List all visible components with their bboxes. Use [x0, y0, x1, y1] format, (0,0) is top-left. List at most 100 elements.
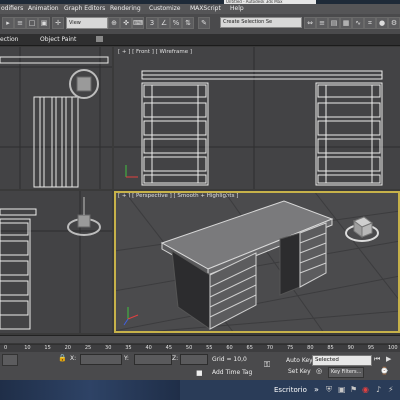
- timeline-tick-label: 30: [105, 345, 112, 351]
- angle-snap-icon[interactable]: ∠: [158, 17, 170, 29]
- lock-selection-icon[interactable]: 🔒: [58, 354, 67, 362]
- select-move-icon[interactable]: ✛: [52, 17, 64, 29]
- mirror-icon[interactable]: ⇔: [304, 17, 316, 29]
- rectangular-selection-icon[interactable]: □: [26, 17, 38, 29]
- maxscript-listener-icon[interactable]: [2, 354, 18, 366]
- y-coord-field[interactable]: [134, 354, 172, 365]
- timeline-tick-label: 75: [286, 345, 294, 351]
- timeline-tick-label: 70: [266, 345, 274, 351]
- tray-volume-icon[interactable]: ♪: [376, 385, 381, 394]
- z-coord-label: Z:: [172, 355, 179, 362]
- tray-flag-icon[interactable]: ⚑: [350, 385, 357, 394]
- pivot-center-icon[interactable]: ⊕: [108, 17, 120, 29]
- key-filters-button[interactable]: Key Filters...: [328, 367, 365, 378]
- main-toolbar: ▸ ≡ □ ▣ ✛ View ⊕ ✜ ⌨ 3 ∠ % ⇅ ✎ Create Se…: [0, 14, 400, 35]
- x-coord-field[interactable]: [80, 354, 122, 365]
- menu-maxscript[interactable]: MAXScript: [190, 5, 221, 12]
- menu-rendering[interactable]: Rendering: [110, 5, 141, 12]
- timeline-tick-label: 95: [367, 345, 375, 351]
- timeline-tick-label: 55: [206, 345, 213, 351]
- percent-snap-icon[interactable]: %: [170, 17, 182, 29]
- material-editor-icon[interactable]: ●: [376, 17, 388, 29]
- axis-gizmo-icon: [125, 165, 138, 178]
- taskbar-apps[interactable]: [0, 380, 180, 400]
- reference-coordinate-dropdown[interactable]: View: [66, 17, 108, 29]
- menu-graph-editors[interactable]: Graph Editors: [64, 5, 105, 12]
- menu-modifiers[interactable]: odifiers: [1, 5, 23, 12]
- menu-bar: odifiers Animation Graph Editors Renderi…: [0, 4, 400, 14]
- timeline-tick-label: 65: [246, 345, 253, 351]
- spinner-snap-icon[interactable]: ⇅: [182, 17, 194, 29]
- perspective-view-render: [114, 191, 400, 333]
- add-time-tag-button[interactable]: Add Time Tag: [212, 369, 252, 376]
- select-by-name-icon[interactable]: ≡: [14, 17, 26, 29]
- goto-start-icon[interactable]: ⏮: [374, 355, 380, 364]
- timeline-tick-label: 35: [125, 345, 132, 351]
- timeline-tick-label: 0: [4, 345, 8, 351]
- menu-customize[interactable]: Customize: [149, 5, 181, 12]
- timeline-tick-label: 15: [44, 345, 51, 351]
- viewport-left[interactable]: [0, 191, 112, 333]
- y-coord-label: Y:: [124, 355, 129, 362]
- tab-selection[interactable]: ection: [0, 36, 18, 43]
- tray-power-icon[interactable]: ⚡: [388, 385, 394, 394]
- double-chevron-icon[interactable]: »: [314, 385, 319, 394]
- timeline-tick-label: 25: [84, 345, 92, 351]
- timeline-tick-label: 40: [145, 345, 152, 351]
- menu-animation[interactable]: Animation: [28, 5, 59, 12]
- left-view-wireframe: [0, 191, 112, 333]
- viewcube-icon: [76, 76, 92, 92]
- ribbon-toggle-icon[interactable]: [96, 36, 103, 42]
- time-slider[interactable]: 0 10 15 20 25 30 35 40 45 50 55 60 65 70 75 80 85 90 95 100: [0, 335, 400, 353]
- timeline-tick-label: 50: [185, 345, 193, 351]
- timeline-tick-label: 100: [388, 345, 398, 351]
- curve-editor-icon[interactable]: ∿: [352, 17, 364, 29]
- menu-help[interactable]: Help: [230, 5, 244, 12]
- auto-key-button[interactable]: Auto Key: [286, 357, 313, 364]
- viewcube-icon: [77, 214, 91, 228]
- tray-alert-icon[interactable]: ◉: [362, 385, 369, 394]
- edit-named-selection-icon[interactable]: ✎: [198, 17, 210, 29]
- timeline-track[interactable]: [0, 336, 400, 353]
- named-selection-set-dropdown[interactable]: Create Selection Se: [220, 17, 302, 28]
- window-crossing-icon[interactable]: ▣: [38, 17, 50, 29]
- schematic-view-icon[interactable]: ⌗: [364, 17, 376, 29]
- z-coord-field[interactable]: [180, 354, 208, 365]
- timeline-tick-label: 45: [165, 345, 173, 351]
- select-manipulate-icon[interactable]: ✜: [120, 17, 132, 29]
- set-key-mode-icon[interactable]: ⚿: [264, 360, 270, 370]
- timeline-tick-label: 10: [24, 345, 31, 351]
- ribbon-tabs: ection Object Paint: [0, 34, 400, 46]
- top-view-wireframe: [0, 47, 112, 189]
- viewport-perspective[interactable]: [ + ] [ Perspective ] [ Smooth + Highlig…: [114, 191, 400, 333]
- play-icon[interactable]: ▶: [386, 355, 391, 363]
- time-tag-icon[interactable]: ■: [196, 369, 203, 377]
- layer-manager-icon[interactable]: ▤: [328, 17, 340, 29]
- x-coord-label: X:: [70, 355, 77, 362]
- viewport-front[interactable]: [ + ] [ Front ] [ Wireframe ]: [114, 47, 400, 189]
- windows-taskbar: Escritorio » ⛨ ▣ ⚑ ◉ ♪ ⚡: [0, 380, 400, 400]
- snaps-toggle-icon[interactable]: 3: [146, 17, 158, 29]
- render-setup-icon[interactable]: ⚙: [388, 17, 400, 29]
- set-key-button[interactable]: Set Key: [288, 368, 311, 375]
- viewport-top[interactable]: [0, 47, 112, 189]
- front-view-wireframe: [114, 47, 400, 189]
- timeline-tick-label: 90: [347, 345, 354, 351]
- select-object-icon[interactable]: ▸: [2, 17, 14, 29]
- align-icon[interactable]: ≡: [316, 17, 328, 29]
- timeline-tick-label: 85: [327, 345, 334, 351]
- tab-object-paint[interactable]: Object Paint: [40, 36, 76, 43]
- time-config-icon[interactable]: ⌚: [380, 367, 389, 375]
- tray-network-icon[interactable]: ▣: [338, 385, 346, 394]
- tray-shield-icon[interactable]: ⛨: [326, 385, 332, 395]
- timeline-tick-label: 20: [64, 345, 71, 351]
- timeline-tick-label: 60: [226, 345, 233, 351]
- timeline-tick-label: 80: [307, 345, 314, 351]
- graphite-toolbar-icon[interactable]: ▦: [340, 17, 352, 29]
- status-bar: 🔒 X: Y: Z: Grid = 10,0 ■ Add Time Tag ⚿ …: [0, 352, 400, 380]
- key-filter-icon[interactable]: ◎: [316, 367, 322, 375]
- desktop-toolbar-label[interactable]: Escritorio: [274, 386, 307, 394]
- keyboard-shortcut-icon[interactable]: ⌨: [132, 17, 144, 29]
- key-set-dropdown[interactable]: Selected: [312, 355, 372, 366]
- grid-size-label: Grid = 10,0: [212, 356, 247, 363]
